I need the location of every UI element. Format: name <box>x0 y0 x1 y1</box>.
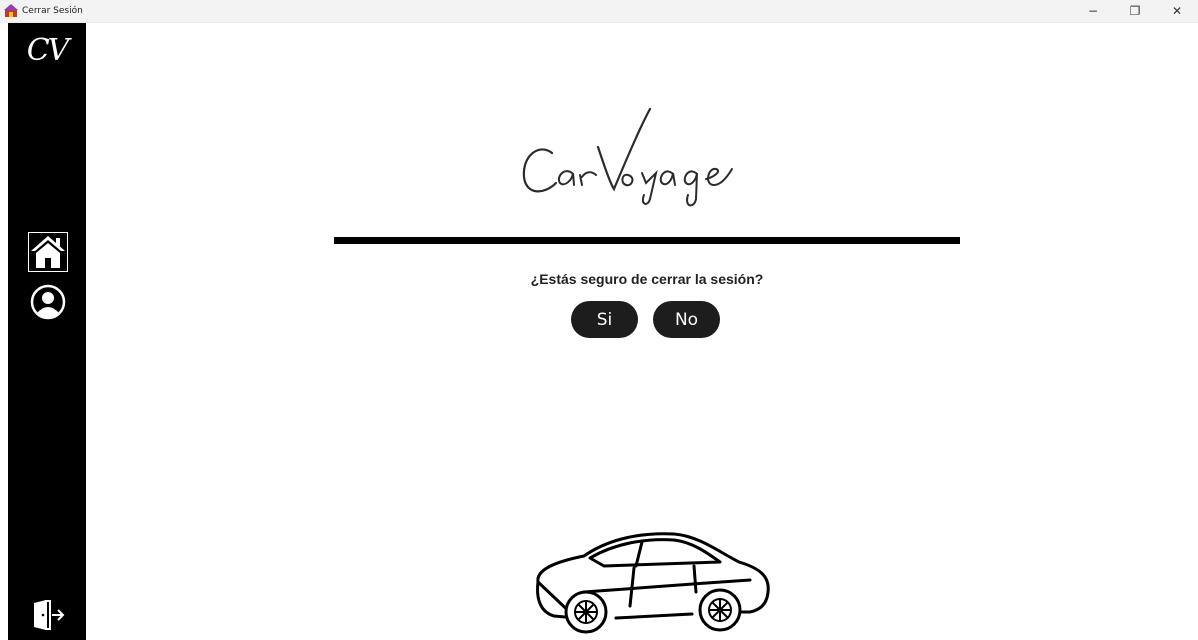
home-icon <box>28 232 68 272</box>
sidebar-item-profile[interactable] <box>28 282 68 322</box>
no-button[interactable]: No <box>653 301 720 338</box>
window-title: Cerrar Sesión <box>22 6 83 16</box>
restore-button[interactable]: ❐ <box>1114 0 1156 22</box>
carvoyage-logo <box>522 107 733 207</box>
logout-question: ¿Estás seguro de cerrar la sesión? <box>530 271 764 287</box>
close-button[interactable]: ✕ <box>1156 0 1198 22</box>
door-exit-icon <box>34 600 65 630</box>
sidebar-logo: CV <box>26 33 70 68</box>
sidebar-item-logout[interactable] <box>28 595 68 635</box>
car-icon <box>536 532 770 634</box>
user-circle-icon <box>30 284 66 320</box>
yes-button[interactable]: Si <box>571 301 638 338</box>
divider <box>334 237 960 244</box>
minimize-button[interactable]: − <box>1072 0 1114 22</box>
app-icon <box>4 4 18 17</box>
sidebar: CV <box>8 23 86 640</box>
window-titlebar: Cerrar Sesión − ❐ ✕ <box>0 0 1198 23</box>
sidebar-item-home[interactable] <box>28 232 68 272</box>
